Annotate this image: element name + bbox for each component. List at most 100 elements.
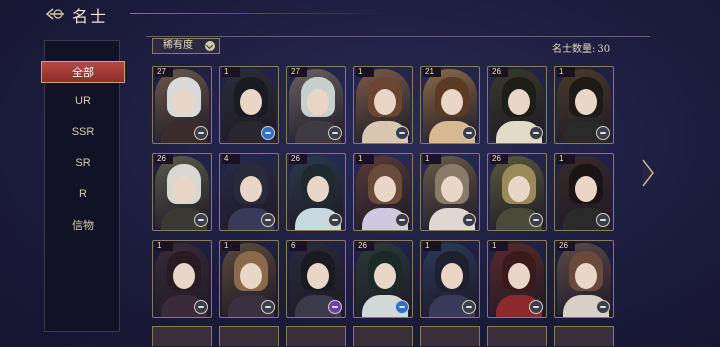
face-shape	[240, 263, 262, 289]
level-label: 1	[557, 154, 575, 164]
hero-card[interactable]: 1	[554, 66, 614, 144]
hero-card[interactable]: 27	[286, 66, 346, 144]
face-shape	[307, 176, 329, 202]
level-label: 21	[423, 67, 441, 77]
rarity-sidebar: 全部 UR SSR SR R 信物	[41, 40, 125, 332]
card-partial[interactable]	[152, 326, 212, 346]
face-shape	[508, 263, 530, 289]
face-shape	[441, 263, 463, 289]
level-label: 27	[155, 67, 173, 77]
hero-card[interactable]: 1	[487, 240, 547, 318]
rank-badge-icon	[261, 126, 275, 140]
rank-badge-icon	[529, 300, 543, 314]
sidebar-item-all[interactable]: 全部	[41, 61, 125, 83]
level-label: 26	[155, 154, 173, 164]
face-shape	[508, 89, 530, 115]
rank-badge-icon	[462, 300, 476, 314]
level-label: 1	[155, 241, 173, 251]
chevron-down-icon	[205, 41, 215, 51]
filter-label: 稀有度	[163, 40, 193, 51]
sidebar-item-sr[interactable]: SR	[45, 152, 121, 174]
rank-badge-icon	[194, 300, 208, 314]
hero-card[interactable]: 27	[152, 66, 212, 144]
card-partial[interactable]	[353, 326, 413, 346]
level-label: 1	[222, 67, 240, 77]
hero-card[interactable]: 26	[286, 153, 346, 231]
hero-card[interactable]: 26	[353, 240, 413, 318]
hero-count: 名士数量: 30	[550, 40, 610, 55]
level-label: 1	[356, 67, 374, 77]
hero-card[interactable]: 1	[152, 240, 212, 318]
face-shape	[374, 176, 396, 202]
level-label: 27	[289, 67, 307, 77]
face-shape	[173, 176, 195, 202]
face-shape	[374, 89, 396, 115]
sidebar-item-ssr[interactable]: SSR	[45, 121, 121, 143]
hero-card[interactable]: 1	[219, 66, 279, 144]
rank-badge-icon	[462, 213, 476, 227]
hero-card[interactable]: 21	[420, 66, 480, 144]
hero-card[interactable]: 6	[286, 240, 346, 318]
rank-badge-icon	[462, 126, 476, 140]
level-label: 1	[222, 241, 240, 251]
rank-badge-icon	[395, 213, 409, 227]
sidebar-item-r[interactable]: R	[45, 183, 121, 205]
hero-card[interactable]: 26	[487, 153, 547, 231]
rank-badge-icon	[529, 126, 543, 140]
title-divider	[130, 13, 390, 14]
hero-card[interactable]: 26	[554, 240, 614, 318]
hero-card[interactable]: 26	[487, 66, 547, 144]
rank-badge-icon	[328, 126, 342, 140]
rank-badge-icon	[529, 213, 543, 227]
face-shape	[374, 263, 396, 289]
page-title: 名士	[72, 7, 109, 26]
card-partial[interactable]	[420, 326, 480, 346]
face-shape	[173, 89, 195, 115]
face-shape	[575, 263, 597, 289]
top-bar: 名士	[0, 0, 720, 30]
face-shape	[307, 89, 329, 115]
face-shape	[240, 176, 262, 202]
face-shape	[441, 176, 463, 202]
back-arrow-icon[interactable]	[44, 6, 66, 22]
level-label: 1	[423, 154, 441, 164]
level-label: 1	[356, 154, 374, 164]
level-label: 1	[423, 241, 441, 251]
card-partial[interactable]	[487, 326, 547, 346]
hero-count-label: 名士数量:	[552, 44, 596, 55]
face-shape	[441, 89, 463, 115]
level-label: 1	[490, 241, 508, 251]
level-label: 26	[356, 241, 374, 251]
scroll-right-arrow-icon[interactable]	[641, 158, 655, 188]
hero-card[interactable]: 1	[420, 153, 480, 231]
rank-badge-icon	[261, 213, 275, 227]
level-label: 26	[289, 154, 307, 164]
hero-card[interactable]: 1	[353, 153, 413, 231]
rarity-filter-dropdown[interactable]: 稀有度	[152, 38, 220, 54]
card-partial[interactable]	[219, 326, 279, 346]
hero-card[interactable]: 1	[554, 153, 614, 231]
level-label: 1	[557, 67, 575, 77]
face-shape	[575, 176, 597, 202]
rank-badge-icon	[194, 213, 208, 227]
level-label: 26	[490, 154, 508, 164]
level-label: 26	[490, 67, 508, 77]
hero-card[interactable]: 4	[219, 153, 279, 231]
rank-badge-icon	[328, 213, 342, 227]
face-shape	[575, 89, 597, 115]
sidebar-item-ur[interactable]: UR	[45, 90, 121, 112]
hero-card[interactable]: 1	[420, 240, 480, 318]
hero-count-value: 30	[597, 44, 611, 55]
card-partial[interactable]	[554, 326, 614, 346]
hero-card[interactable]: 1	[353, 66, 413, 144]
face-shape	[508, 176, 530, 202]
rank-badge-icon	[395, 300, 409, 314]
hero-card[interactable]: 1	[219, 240, 279, 318]
face-shape	[173, 263, 195, 289]
hero-card[interactable]: 26	[152, 153, 212, 231]
sidebar-item-token[interactable]: 信物	[45, 215, 121, 237]
level-label: 26	[557, 241, 575, 251]
level-label: 6	[289, 241, 307, 251]
card-partial[interactable]	[286, 326, 346, 346]
rank-badge-icon	[596, 213, 610, 227]
